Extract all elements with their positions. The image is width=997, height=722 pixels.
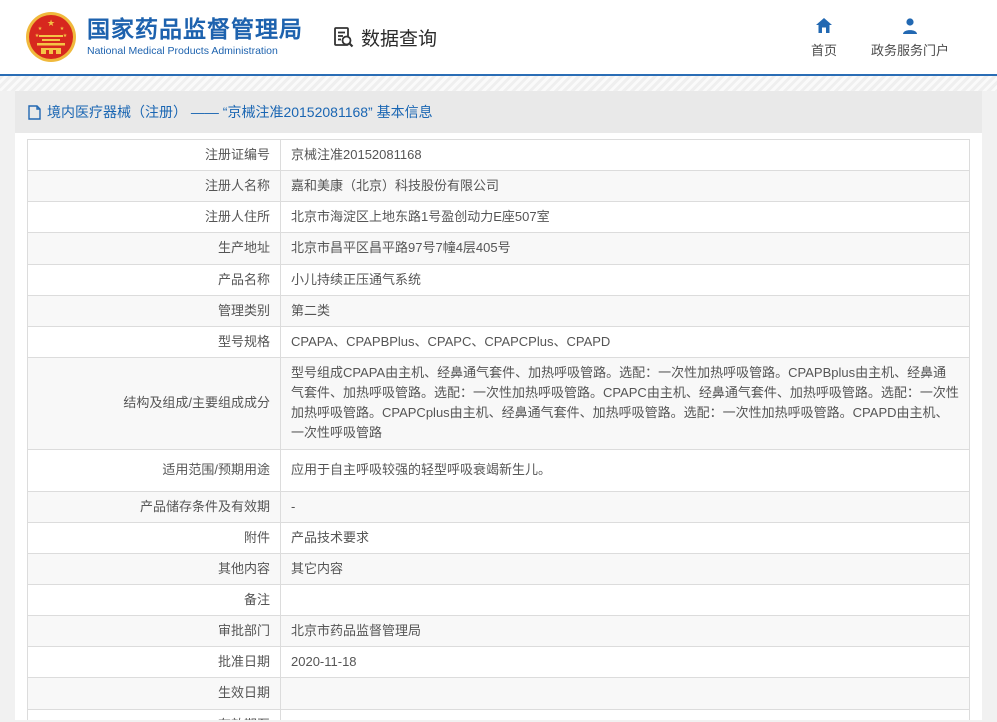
svg-text:★: ★ — [60, 26, 65, 32]
row-label: 其他内容 — [28, 553, 281, 584]
row-value: CPAPA、CPAPBPlus、CPAPC、CPAPCPlus、CPAPD — [281, 326, 970, 357]
info-table-body: 注册证编号京械注准20152081168注册人名称嘉和美康（北京）科技股份有限公… — [28, 140, 970, 721]
registration-info-table: 注册证编号京械注准20152081168注册人名称嘉和美康（北京）科技股份有限公… — [27, 139, 970, 720]
row-label: 适用范围/预期用途 — [28, 449, 281, 491]
row-label-text: 注册证编号 — [205, 147, 270, 162]
row-label: 型号规格 — [28, 326, 281, 357]
row-label-text: 管理类别 — [218, 303, 270, 318]
document-icon — [28, 105, 41, 120]
decorative-hatch-band — [0, 76, 997, 91]
row-label: 注册人名称 — [28, 171, 281, 202]
row-value — [281, 678, 970, 709]
row-label-text: 其他内容 — [218, 561, 270, 576]
row-value: 产品技术要求 — [281, 522, 970, 553]
table-row: 生产地址北京市昌平区昌平路97号7幢4层405号 — [28, 233, 970, 264]
row-label: 生产地址 — [28, 233, 281, 264]
row-label: 结构及组成/主要组成成分 — [28, 357, 281, 449]
row-label: 注册证编号 — [28, 140, 281, 171]
row-label-text: 注册人住所 — [205, 209, 270, 224]
row-value: - — [281, 491, 970, 522]
header-nav: 首页 政务服务门户 — [811, 16, 997, 59]
row-value: 型号组成CPAPA由主机、经鼻通气套件、加热呼吸管路。选配：一次性加热呼吸管路。… — [281, 357, 970, 449]
nav-item-gov-portal[interactable]: 政务服务门户 — [871, 16, 949, 59]
row-label-text: 结构及组成/主要组成成分 — [123, 395, 270, 410]
data-query-link[interactable]: 数据查询 — [331, 24, 437, 51]
row-value — [281, 584, 970, 615]
row-label-text: 型号规格 — [218, 334, 270, 349]
row-value: 2020-11-18 — [281, 647, 970, 678]
org-name-cn: 国家药品监督管理局 — [87, 17, 303, 42]
table-row: 产品名称小儿持续正压通气系统 — [28, 264, 970, 295]
row-label: 批准日期 — [28, 647, 281, 678]
table-row: 生效日期 — [28, 678, 970, 709]
table-row: 批准日期 2020-11-18 — [28, 647, 970, 678]
document-search-icon — [331, 25, 355, 49]
row-label: 备注 — [28, 584, 281, 615]
table-row: 注册人名称嘉和美康（北京）科技股份有限公司 — [28, 171, 970, 202]
row-value: 京械注准20152081168 — [281, 140, 970, 171]
row-value: 小儿持续正压通气系统 — [281, 264, 970, 295]
content-panel: 境内医疗器械（注册） —— “京械注准20152081168” 基本信息 注册证… — [15, 91, 982, 720]
svg-text:★: ★ — [47, 18, 55, 28]
org-name-en: National Medical Products Administration — [87, 45, 303, 57]
row-value: 嘉和美康（北京）科技股份有限公司 — [281, 171, 970, 202]
row-value: 第二类 — [281, 295, 970, 326]
svg-text:★: ★ — [38, 26, 43, 32]
row-value: 北京市海淀区上地东路1号盈创动力E座507室 — [281, 202, 970, 233]
row-label-text: 产品名称 — [218, 272, 270, 287]
row-label: 产品名称 — [28, 264, 281, 295]
nav-item-label: 首页 — [811, 40, 837, 59]
row-label: 产品储存条件及有效期 — [28, 491, 281, 522]
row-label: 注册人住所 — [28, 202, 281, 233]
row-label-text: 生产地址 — [218, 240, 270, 255]
row-value: 北京市昌平区昌平路97号7幢4层405号 — [281, 233, 970, 264]
table-row: 结构及组成/主要组成成分型号组成CPAPA由主机、经鼻通气套件、加热呼吸管路。选… — [28, 357, 970, 449]
org-titles: 国家药品监督管理局 National Medical Products Admi… — [87, 17, 303, 57]
row-label-text: 有效期至 — [218, 717, 270, 720]
page-title-bar: 境内医疗器械（注册） —— “京械注准20152081168” 基本信息 — [15, 91, 982, 133]
row-label: 生效日期 — [28, 678, 281, 709]
site-logo-link[interactable]: ★ ★ ★ ★ ★ 国家药品监督管理局 National Medical Pro… — [25, 11, 303, 63]
row-label-text: 产品储存条件及有效期 — [140, 499, 270, 514]
site-header: ★ ★ ★ ★ ★ 国家药品监督管理局 National Medical Pro… — [0, 0, 997, 76]
svg-text:★: ★ — [63, 33, 68, 39]
table-row: 注册证编号京械注准20152081168 — [28, 140, 970, 171]
page-title: 境内医疗器械（注册） —— “京械注准20152081168” 基本信息 — [47, 102, 433, 122]
table-row: 注册人住所北京市海淀区上地东路1号盈创动力E座507室 — [28, 202, 970, 233]
table-row: 审批部门北京市药品监督管理局 — [28, 616, 970, 647]
table-wrap: 注册证编号京械注准20152081168注册人名称嘉和美康（北京）科技股份有限公… — [15, 133, 982, 720]
table-row: 其他内容其它内容 — [28, 553, 970, 584]
row-value: 其它内容 — [281, 553, 970, 584]
user-icon — [900, 16, 920, 36]
table-row: 管理类别第二类 — [28, 295, 970, 326]
nav-item-label: 政务服务门户 — [871, 40, 949, 59]
table-row: 产品储存条件及有效期- — [28, 491, 970, 522]
row-label-text: 注册人名称 — [205, 178, 270, 193]
row-label: 有效期至 — [28, 709, 281, 720]
row-label: 管理类别 — [28, 295, 281, 326]
row-label: 附件 — [28, 522, 281, 553]
row-label-text: 附件 — [244, 530, 270, 545]
table-row: 适用范围/预期用途应用于自主呼吸较强的轻型呼吸衰竭新生儿。 — [28, 449, 970, 491]
row-value: 2025-11-17 — [281, 709, 970, 720]
national-emblem-icon: ★ ★ ★ ★ ★ — [25, 11, 77, 63]
row-label: 审批部门 — [28, 616, 281, 647]
row-label-text: 生效日期 — [218, 685, 270, 700]
home-icon — [814, 16, 834, 36]
row-label-text: 适用范围/预期用途 — [162, 462, 270, 477]
table-row: 有效期至 2025-11-17 — [28, 709, 970, 720]
table-row: 备注 — [28, 584, 970, 615]
nav-item-home[interactable]: 首页 — [811, 16, 837, 59]
data-query-label: 数据查询 — [361, 24, 437, 51]
row-value: 北京市药品监督管理局 — [281, 616, 970, 647]
row-label-text: 批准日期 — [218, 654, 270, 669]
row-label-text: 审批部门 — [218, 623, 270, 638]
table-row: 型号规格 CPAPA、CPAPBPlus、CPAPC、CPAPCPlus、CPAP… — [28, 326, 970, 357]
table-row: 附件产品技术要求 — [28, 522, 970, 553]
row-value: 应用于自主呼吸较强的轻型呼吸衰竭新生儿。 — [281, 449, 970, 491]
row-label-text: 备注 — [244, 592, 270, 607]
